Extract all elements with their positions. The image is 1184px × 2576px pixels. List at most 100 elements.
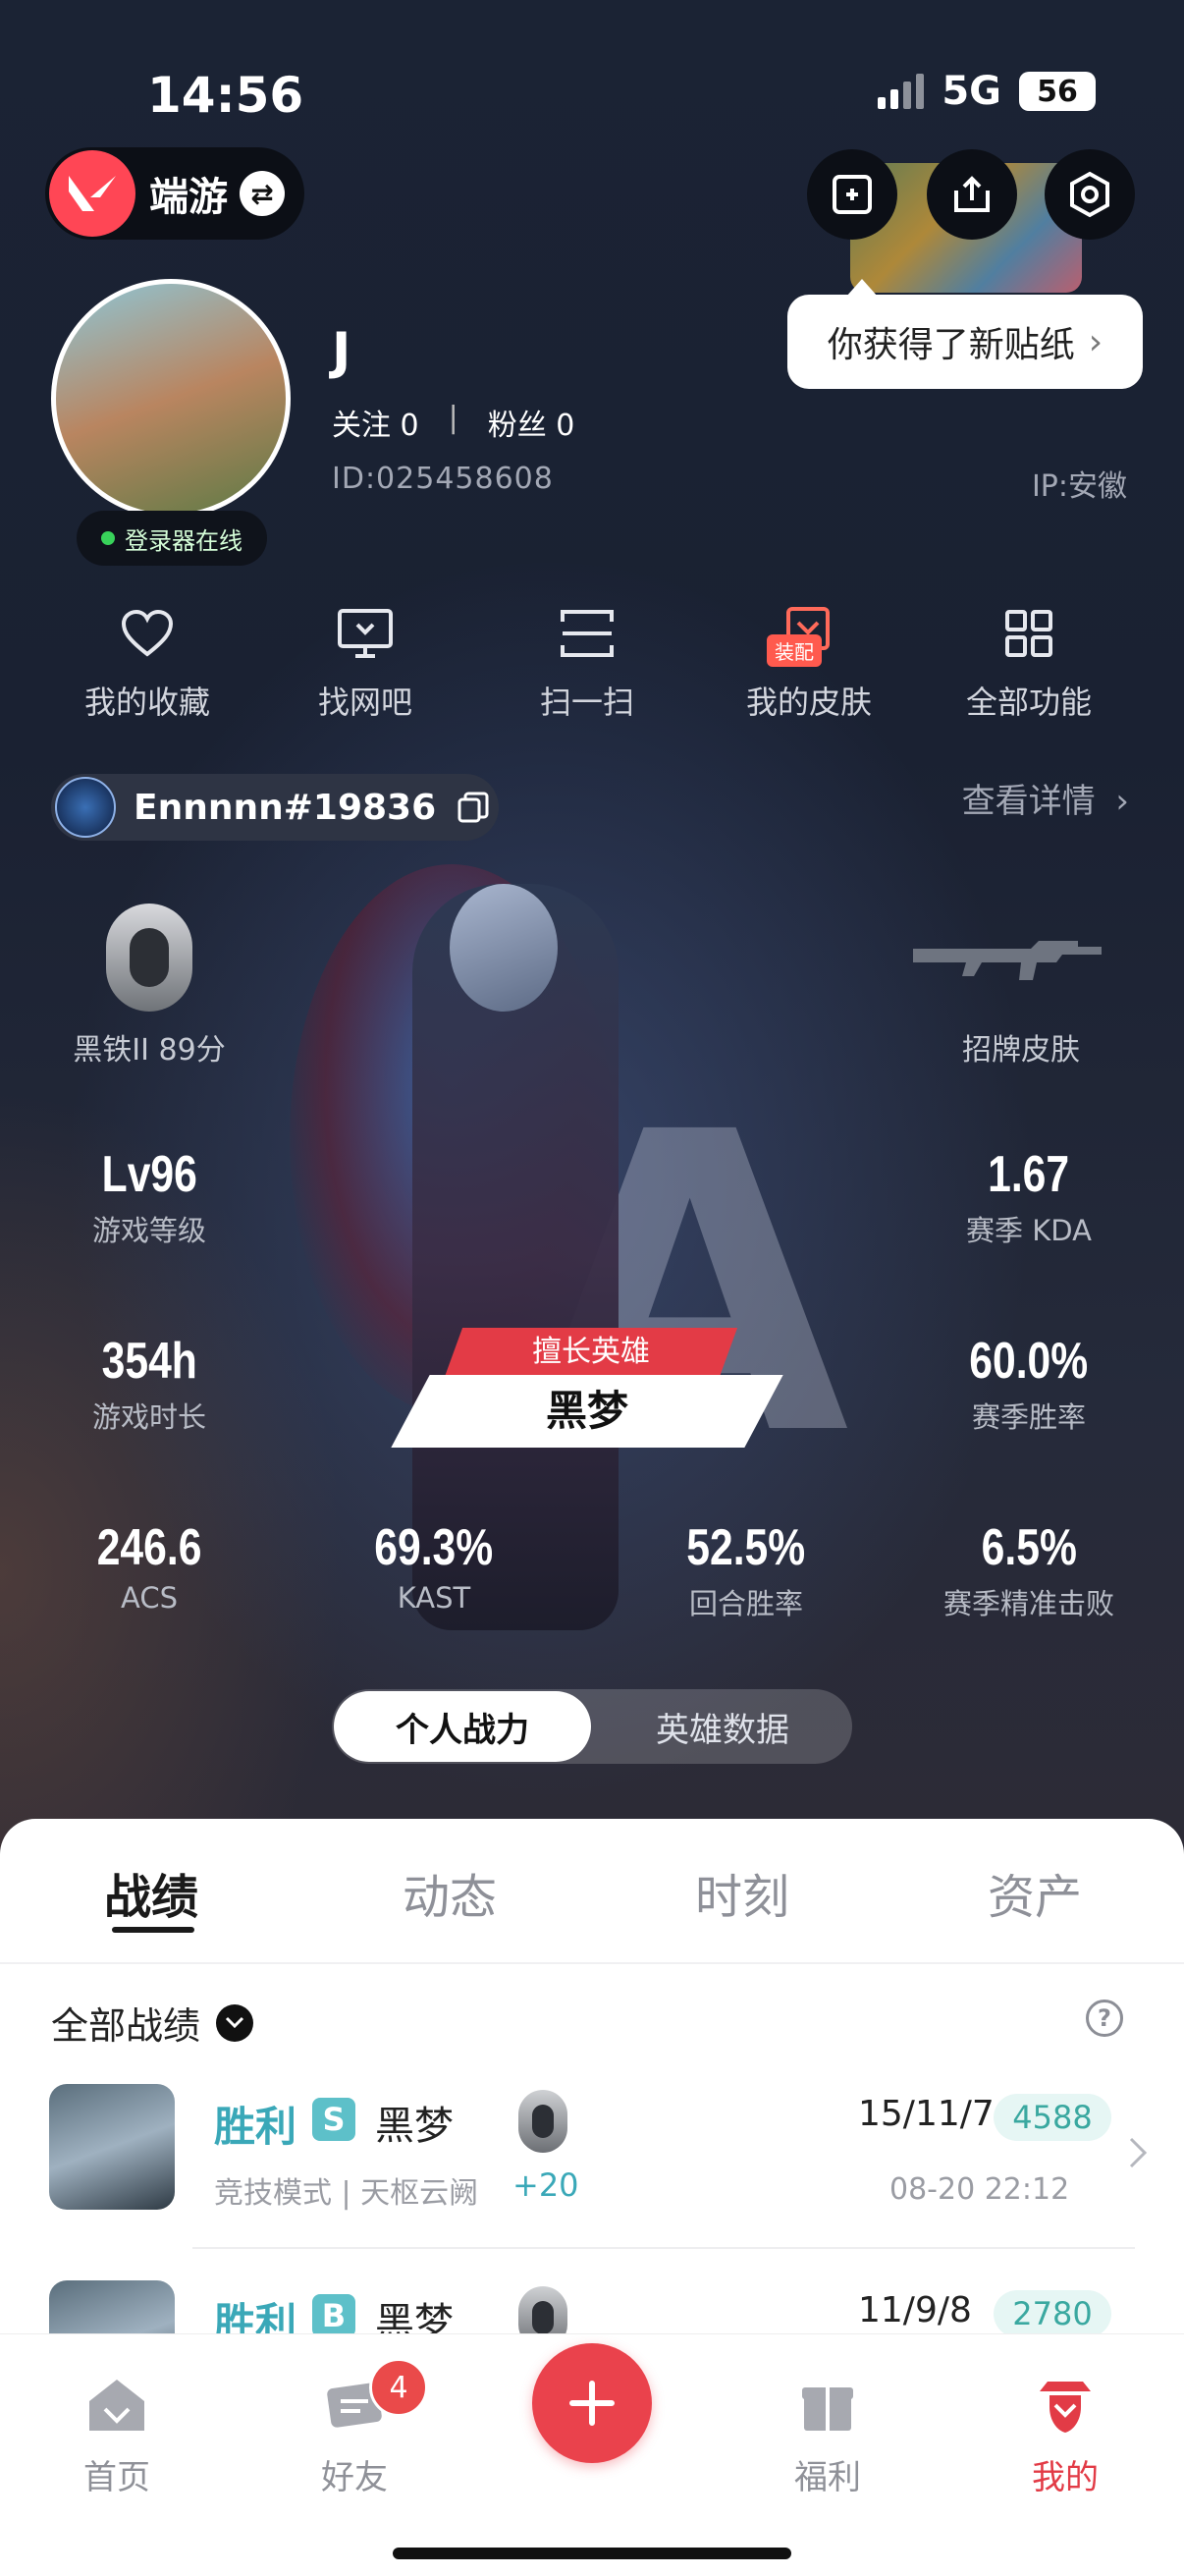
stat-level: Lv96 游戏等级 [41,1145,257,1249]
stat-label: 游戏等级 [91,1214,206,1247]
chevron-down-icon [216,2003,254,2042]
tab-indicator [112,1927,194,1933]
quick-action-all[interactable]: 全部功能 [926,589,1132,723]
quick-action-netcafe[interactable]: 找网吧 [262,589,468,723]
quick-action-label: 扫一扫 [539,684,634,721]
data-view-toggle: 个人战力 英雄数据 [332,1689,852,1764]
platform-switcher[interactable]: 端游 ⇄ [45,147,304,240]
toggle-personal[interactable]: 个人战力 [334,1691,591,1762]
stat-label: ACS [121,1581,178,1615]
avatar[interactable] [51,279,291,519]
sticker-tip-text: 你获得了新贴纸 [827,325,1075,365]
records-filter[interactable]: 全部战绩 [51,1996,254,2050]
nav-home[interactable]: 首页 [33,2368,200,2498]
stat-label: 游戏时长 [91,1400,206,1434]
status-time: 14:56 [147,67,304,124]
best-agent-name-text: 黑梦 [545,1387,628,1435]
settings-button[interactable] [1045,149,1135,240]
rank-label: 黑铁II 89分 [73,1033,226,1068]
add-photo-button[interactable] [807,149,897,240]
grid-icon [926,589,1132,678]
riot-id: Ennnnn#19836 [134,787,437,828]
nav-label: 好友 [321,2458,388,2497]
nav-mine[interactable]: 我的 [982,2368,1149,2498]
network-type: 5G [942,69,1001,114]
stat-winrate: 60.0% 赛季胜率 [921,1332,1137,1436]
share-button[interactable] [927,149,1017,240]
friends-badge: 4 [369,2358,428,2417]
stat-value: 60.0% [969,1333,1089,1390]
following-count[interactable]: 关注 0 [332,401,419,444]
create-post-button[interactable] [532,2343,652,2463]
agent-thumbnail [49,2280,175,2333]
tab-moments[interactable]: 时刻 [644,1858,840,1927]
tab-assets[interactable]: 资产 [937,1858,1133,1927]
follow-stats: 关注 0 | 粉丝 0 [332,401,574,444]
stat-round-win: 52.5% 回合胜率 [638,1518,854,1622]
rifle-skin-icon[interactable] [911,933,1103,982]
nav-label: 我的 [1032,2458,1099,2497]
best-agent-name[interactable]: 黑梦 [391,1375,783,1448]
scan-icon [484,589,690,678]
stat-hours: 354h 游戏时长 [41,1332,257,1436]
nav-friends[interactable]: 好友 4 [271,2358,438,2498]
stat-value: 52.5% [686,1519,806,1576]
stat-kast: 69.3% KAST [326,1518,542,1615]
quick-action-label: 全部功能 [965,684,1092,721]
match-row[interactable]: 胜利 B 黑梦 11/9/8 2780 [0,2280,1184,2333]
match-acs: 2780 [994,2290,1111,2333]
toggle-agent-data[interactable]: 英雄数据 [593,1689,852,1764]
stat-label: KAST [397,1581,471,1615]
view-details-link[interactable]: 查看详情 › [962,774,1129,822]
home-indicator [393,2548,791,2559]
monitor-icon [262,589,468,678]
stat-label: 赛季 KDA [966,1214,1092,1247]
help-icon[interactable]: ? [1086,2000,1123,2037]
divider [192,2247,1135,2249]
valorant-logo-icon [49,150,135,237]
match-grade: S [312,2098,355,2141]
stat-value: 6.5% [981,1519,1077,1576]
new-sticker-tooltip[interactable]: 你获得了新贴纸 › [787,279,1143,389]
status-bar-right: 5G 56 [878,69,1096,114]
agent-profile-icon [982,2368,1149,2442]
match-agent: 黑梦 [375,2300,454,2333]
gear-icon [1070,171,1109,218]
match-result: 胜利 [214,2103,297,2151]
stat-value: Lv96 [101,1146,197,1203]
stat-label: 赛季胜率 [971,1400,1086,1434]
platform-name: 端游 [149,175,228,220]
quick-action-label: 我的收藏 [83,684,210,721]
rank-delta: +20 [512,2166,579,2204]
rank-icon [518,2286,567,2333]
username: J [332,322,351,381]
quick-action-label: 找网吧 [317,684,412,721]
quick-action-skins[interactable]: 装配 我的皮肤 [706,589,912,723]
equip-badge: 装配 [767,634,822,667]
stat-value: 69.3% [374,1519,494,1576]
game-account-tag[interactable]: Ennnnn#19836 [51,774,499,841]
stat-value: 1.67 [988,1146,1070,1203]
plus-icon [569,2381,615,2426]
nav-welfare[interactable]: 福利 [744,2368,911,2498]
user-id: ID:025458608 [332,462,554,496]
stat-label: 赛季精准击败 [942,1587,1114,1620]
match-acs: 4588 [994,2094,1111,2141]
quick-action-label: 我的皮肤 [745,684,872,721]
fans-count[interactable]: 粉丝 0 [488,401,575,444]
match-grade: B [312,2294,355,2333]
copy-icon[interactable] [456,790,491,825]
swap-icon: ⇄ [240,171,285,216]
home-icon [33,2368,200,2442]
match-row[interactable]: 胜利 S 黑梦 竞技模式 | 天枢云阙 +20 15/11/7 4588 08-… [0,2084,1184,2241]
stat-kda: 1.67 赛季 KDA [921,1145,1137,1249]
tab-feed[interactable]: 动态 [351,1858,548,1927]
quick-action-scan[interactable]: 扫一扫 [484,589,690,723]
quick-action-favorites[interactable]: 我的收藏 [44,589,250,723]
rank-icon [518,2090,567,2153]
nav-label: 首页 [83,2458,150,2497]
tab-records[interactable]: 战绩 [53,1858,249,1927]
match-time: 08-20 22:12 [889,2172,1070,2207]
online-dot-icon [101,531,115,545]
player-card-icon [55,777,116,838]
